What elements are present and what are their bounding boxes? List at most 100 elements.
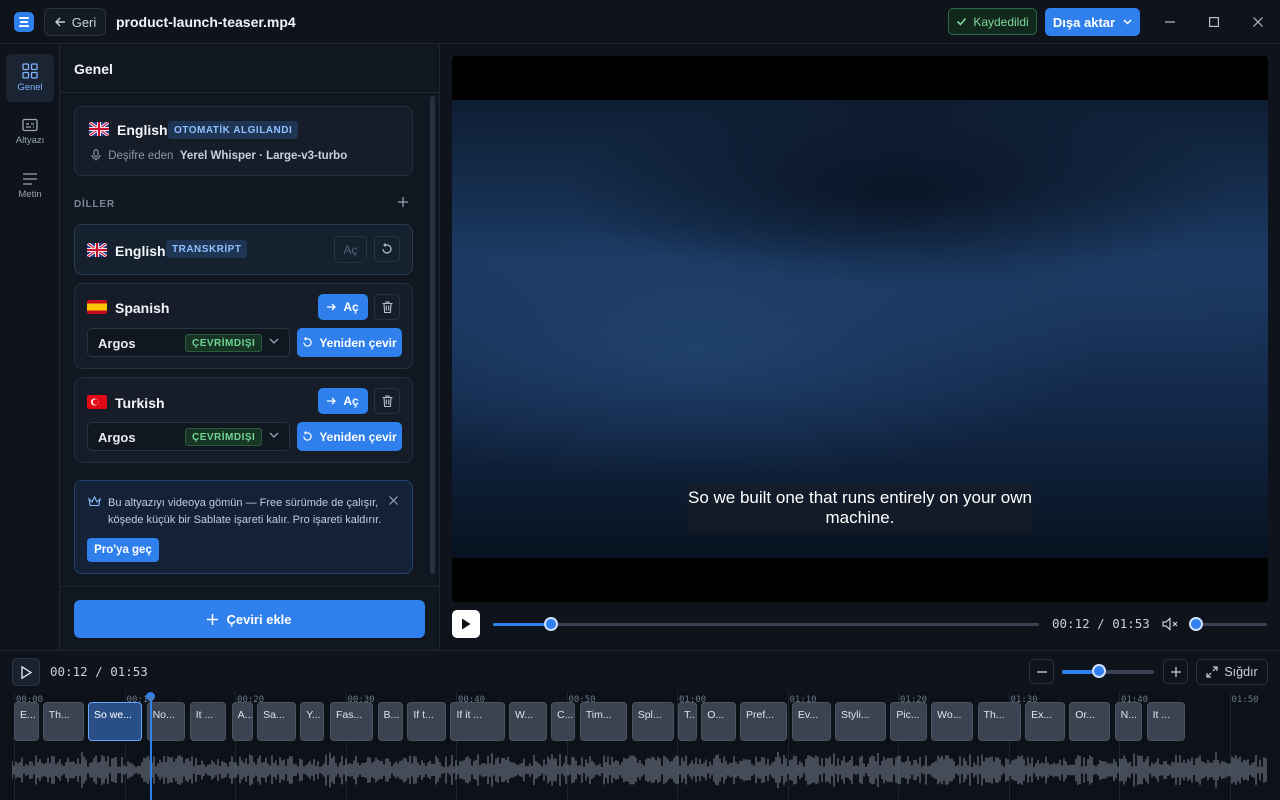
subtitle-segment[interactable]: It ... xyxy=(189,702,227,741)
refresh-icon[interactable] xyxy=(374,236,400,262)
microphone-icon xyxy=(91,149,101,161)
retranslate-label: Yeniden çevir xyxy=(319,335,397,350)
subtitle-segment[interactable]: Ev... xyxy=(791,702,831,741)
minimize-icon[interactable] xyxy=(1160,12,1180,32)
languages-section-label: DİLLER xyxy=(74,199,115,210)
subtitle-segment[interactable]: Pic... xyxy=(890,702,927,741)
subtitle-segment[interactable]: O... xyxy=(701,702,736,741)
volume-slider[interactable] xyxy=(1189,617,1267,631)
subtitle-segment-active[interactable]: So we... xyxy=(88,702,143,741)
timeline-tick-label: 00:30 xyxy=(347,695,375,705)
add-translation-label: Çeviri ekle xyxy=(226,611,292,627)
subtitle-segment[interactable]: If t... xyxy=(407,702,447,741)
subtitle-segment[interactable]: Pref... xyxy=(739,702,788,741)
seek-handle[interactable] xyxy=(543,617,558,631)
timeline-tick-label: 01:20 xyxy=(900,695,928,705)
engine-value: Argos xyxy=(98,430,136,445)
subtitle-segment[interactable]: Or... xyxy=(1069,702,1111,741)
timeline-tick-label: 01:00 xyxy=(679,695,707,705)
add-language-icon[interactable] xyxy=(398,194,408,212)
fit-button[interactable]: Sığdır xyxy=(1196,659,1268,685)
open-label: Aç xyxy=(343,394,359,408)
subtitle-segment[interactable]: Ex... xyxy=(1025,702,1065,741)
volume-handle[interactable] xyxy=(1189,617,1203,631)
rail-item-metin[interactable]: Metin xyxy=(6,162,54,210)
rail-item-altyazi[interactable]: Altyazı xyxy=(6,108,54,156)
timeline-tick-label: 01:40 xyxy=(1121,695,1149,705)
transcribed-by: Deşifre eden Yerel Whisper · Large-v3-tu… xyxy=(91,149,347,162)
subtitle-segment[interactable]: T... xyxy=(678,702,697,741)
subtitle-segment[interactable]: Fas... xyxy=(330,702,374,741)
subtitle-segment[interactable]: If it ... xyxy=(450,702,505,741)
video-player[interactable]: So we built one that runs entirely on yo… xyxy=(452,56,1268,602)
back-button[interactable]: Geri xyxy=(44,8,106,36)
subtitle-segment[interactable]: Styli... xyxy=(835,702,886,741)
title-bar: Geri product-launch-teaser.mp4 Kaydedild… xyxy=(0,0,1280,44)
playhead xyxy=(150,694,152,800)
close-window-icon[interactable] xyxy=(1248,12,1268,32)
subtitle-segment[interactable]: C... xyxy=(551,702,576,741)
subtitle-segment[interactable]: B... xyxy=(377,702,403,741)
seek-bar[interactable] xyxy=(493,617,1039,631)
subtitle-segment[interactable]: No... xyxy=(146,702,186,741)
play-icon xyxy=(20,665,32,679)
add-translation-button[interactable]: Çeviri ekle xyxy=(74,600,425,638)
left-rail: Genel Altyazı Metin xyxy=(0,44,60,650)
open-button-disabled[interactable]: Aç xyxy=(334,236,367,263)
retranslate-button[interactable]: Yeniden çevir xyxy=(297,328,402,357)
open-button[interactable]: Aç xyxy=(318,388,368,414)
chevron-down-icon xyxy=(269,335,279,347)
subtitle-segment[interactable]: Y... xyxy=(300,702,325,741)
divider xyxy=(60,92,440,93)
subtitle-segment[interactable]: Th... xyxy=(977,702,1021,741)
go-pro-button[interactable]: Pro'ya geç xyxy=(87,538,159,562)
app-logo-icon xyxy=(14,12,34,32)
export-label: Dışa aktar xyxy=(1052,14,1116,30)
engine-value: Argos xyxy=(98,336,136,351)
zoom-handle[interactable] xyxy=(1091,664,1106,678)
subtitle-segment[interactable]: Sa... xyxy=(257,702,296,741)
chevron-down-icon xyxy=(269,429,279,441)
muted-speaker-icon[interactable] xyxy=(1162,617,1178,634)
subtitle-timeline[interactable]: E... Th... So we... No... It ... A... Sa... Y..… xyxy=(0,692,1280,800)
zoom-slider[interactable] xyxy=(1062,664,1154,678)
close-icon[interactable] xyxy=(389,493,398,508)
rail-item-genel[interactable]: Genel xyxy=(6,54,54,102)
timeline-play-button[interactable] xyxy=(12,658,40,686)
subtitle-segment[interactable]: A... xyxy=(231,702,253,741)
subtitle-segment[interactable]: W... xyxy=(509,702,547,741)
maximize-icon[interactable] xyxy=(1204,12,1224,32)
subtitle-segment[interactable]: Wo... xyxy=(931,702,974,741)
translation-engine-select[interactable]: Argos ÇEVRİMDIŞI xyxy=(87,328,290,357)
timeline-tick-label: 00:40 xyxy=(458,695,486,705)
panel-scrollbar[interactable] xyxy=(430,96,435,574)
timeline-time: 00:12 / 01:53 xyxy=(50,664,148,679)
export-button[interactable]: Dışa aktar xyxy=(1045,8,1140,36)
translation-engine-select[interactable]: Argos ÇEVRİMDIŞI xyxy=(87,422,290,451)
text-lines-icon xyxy=(23,173,37,185)
subtitle-segment[interactable]: It ... xyxy=(1146,702,1186,741)
timeline-toolbar: 00:12 / 01:53 Sığdır xyxy=(0,650,1280,692)
refresh-icon xyxy=(303,337,313,347)
play-button[interactable] xyxy=(452,610,480,638)
subtitle-segment[interactable]: N... xyxy=(1114,702,1143,741)
trash-icon[interactable] xyxy=(374,388,400,414)
open-button[interactable]: Aç xyxy=(318,294,368,320)
subtitle-segment[interactable]: Tim... xyxy=(579,702,628,741)
subtitle-segment[interactable]: E... xyxy=(14,702,40,741)
subtitle-segment[interactable]: Th... xyxy=(42,702,84,741)
retranslate-button[interactable]: Yeniden çevir xyxy=(297,422,402,451)
zoom-in-button[interactable] xyxy=(1163,659,1188,684)
timeline-tick-label: 01:10 xyxy=(789,695,817,705)
zoom-out-button[interactable] xyxy=(1029,659,1054,684)
uk-flag-icon xyxy=(87,243,107,257)
plus-icon xyxy=(1170,666,1181,677)
language-card-english[interactable]: English TRANSKRİPT Aç xyxy=(74,224,413,275)
player-time: 00:12 / 01:53 xyxy=(1052,616,1150,631)
trash-icon[interactable] xyxy=(374,294,400,320)
timeline-tick-label: 00:00 xyxy=(16,695,44,705)
subtitle-segment[interactable]: Spl... xyxy=(631,702,674,741)
subtitles-icon xyxy=(22,118,38,132)
timeline-tick-label: 01:30 xyxy=(1010,695,1038,705)
language-name: English xyxy=(115,243,166,259)
